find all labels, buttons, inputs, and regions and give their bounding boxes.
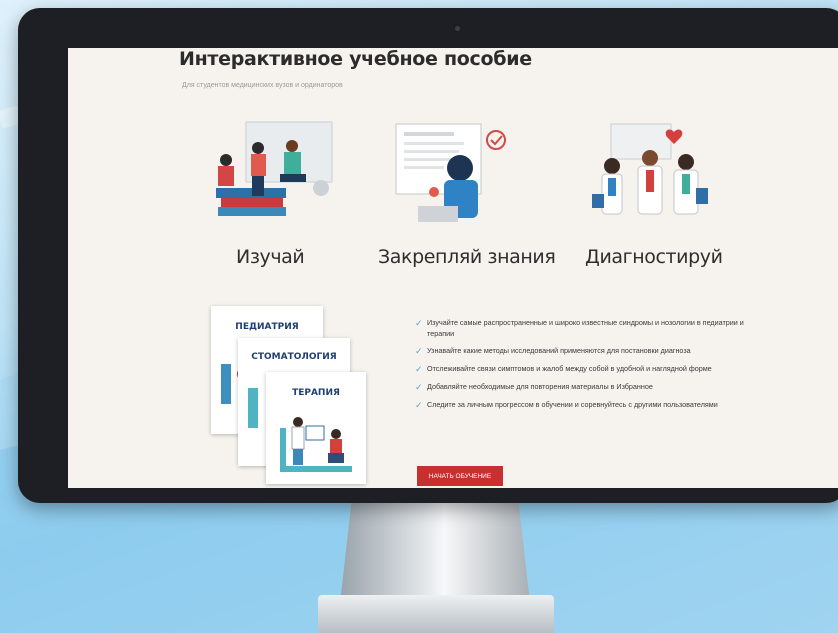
check-icon: ✓ [415, 364, 423, 374]
list-item-text: Изучайте самые распространенные и широко… [427, 318, 744, 338]
feature-label-learn: Изучай [236, 246, 305, 268]
list-item: ✓ Следите за личным прогрессом в обучени… [415, 400, 765, 411]
card-therapy[interactable]: ТЕРАПИЯ [266, 372, 366, 484]
check-icon: ✓ [415, 400, 423, 410]
card-label: СТОМАТОЛОГИЯ [251, 352, 337, 362]
check-icon: ✓ [415, 382, 423, 392]
list-item-text: Узнавайте какие методы исследований прим… [427, 346, 691, 355]
check-icon: ✓ [415, 346, 423, 356]
benefits-list: ✓ Изучайте самые распространенные и широ… [415, 318, 765, 418]
list-item: ✓ Узнавайте какие методы исследований пр… [415, 346, 765, 357]
list-item: ✓ Добавляйте необходимые для повторения … [415, 382, 765, 393]
webcam-icon [455, 26, 460, 31]
screen: Интерактивное учебное пособие Для студен… [68, 48, 838, 488]
monitor-stand-base [318, 595, 554, 633]
monitor-frame: Интерактивное учебное пособие Для студен… [18, 8, 838, 503]
feature-label-reinforce: Закрепляй знания [378, 246, 556, 268]
list-item-text: Следите за личным прогрессом в обучении … [427, 400, 718, 409]
list-item: ✓ Отслеживайте связи симптомов и жалоб м… [415, 364, 765, 375]
check-icon: ✓ [415, 318, 423, 328]
doctors-team-illustration [592, 123, 708, 215]
list-item-text: Добавляйте необходимые для повторения ма… [427, 382, 653, 391]
page-title: Интерактивное учебное пособие [179, 48, 532, 70]
card-label: ТЕРАПИЯ [292, 388, 340, 398]
woman-at-laptop-illustration [395, 123, 506, 222]
therapy-illustration [280, 417, 352, 472]
feature-label-diagnose: Диагностируй [585, 246, 723, 268]
list-item-text: Отслеживайте связи симптомов и жалоб меж… [427, 364, 712, 373]
monitor-stand-neck [340, 503, 530, 603]
start-learning-button[interactable]: НАЧАТЬ ОБУЧЕНИЕ [417, 466, 503, 486]
card-label: ПЕДИАТРИЯ [235, 322, 299, 332]
students-studying-illustration [216, 121, 333, 216]
list-item: ✓ Изучайте самые распространенные и широ… [415, 318, 765, 339]
page-subtitle: Для студентов медицинских вузов и ордина… [182, 82, 343, 89]
